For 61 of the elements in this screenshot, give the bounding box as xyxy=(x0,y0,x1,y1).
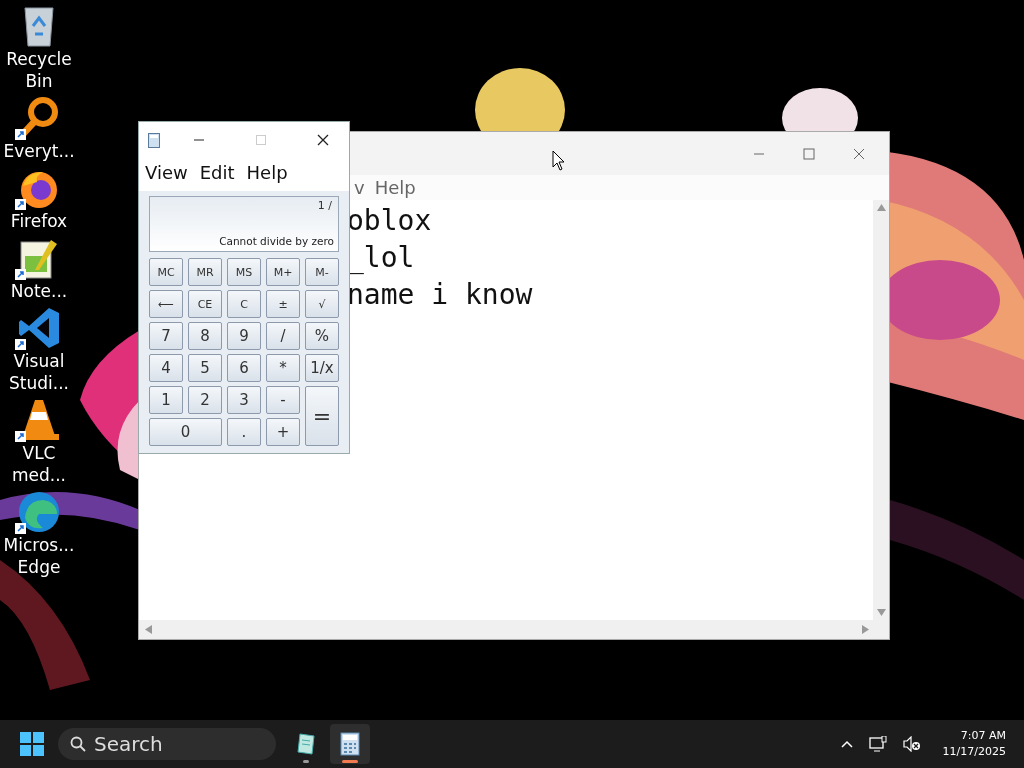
calculator-key[interactable]: 4 xyxy=(149,354,183,382)
menu-item[interactable]: Edit xyxy=(199,161,235,183)
calculator-key[interactable]: 3 xyxy=(227,386,261,414)
calculator-key[interactable]: 6 xyxy=(227,354,261,382)
result-text: Cannot divide by zero xyxy=(219,235,334,247)
code-editor-icon[interactable] xyxy=(17,306,61,350)
calculator-key[interactable]: MC xyxy=(149,258,183,286)
text-line: _lol xyxy=(347,240,415,276)
menu-item[interactable]: View xyxy=(145,161,188,183)
calculator-icon xyxy=(148,132,160,148)
notepad-icon[interactable] xyxy=(294,732,318,756)
calculator-key[interactable]: = xyxy=(305,386,339,446)
desktop-icon-label[interactable]: Visual Studi... xyxy=(0,350,78,394)
desktop-icon-label[interactable]: Note... xyxy=(0,280,78,302)
maximize-icon[interactable] xyxy=(803,147,815,160)
desktop-icon-label[interactable]: Micros... Edge xyxy=(0,534,78,578)
taskbar-app-button[interactable] xyxy=(330,724,370,764)
close-icon[interactable] xyxy=(317,134,329,146)
calculator-key[interactable]: MR xyxy=(188,258,222,286)
desktop-icon-label[interactable]: Everyt... xyxy=(0,140,78,162)
calculator-key[interactable]: 1/x xyxy=(305,354,339,382)
text-line: oblox xyxy=(347,203,432,239)
cursor-icon xyxy=(552,150,565,171)
calculator-key[interactable]: M+ xyxy=(266,258,300,286)
calculator-key[interactable]: - xyxy=(266,386,300,414)
monitor-icon[interactable] xyxy=(868,736,887,752)
calculator-key[interactable]: CE xyxy=(188,290,222,318)
calculator-icon[interactable] xyxy=(340,732,360,756)
calculator-key[interactable]: ± xyxy=(266,290,300,318)
calculator-key[interactable]: 2 xyxy=(188,386,222,414)
calculator-key[interactable]: 8 xyxy=(188,322,222,350)
wave-circle-icon[interactable] xyxy=(17,490,61,534)
text-line: name i know xyxy=(347,277,533,313)
desktop-icon-label[interactable]: VLC med... xyxy=(0,442,78,486)
expression-text: 1 / xyxy=(317,199,333,212)
clock-time[interactable]: 7:07 AM xyxy=(960,728,1006,744)
calculator-key[interactable]: M- xyxy=(305,258,339,286)
menu-item[interactable]: Help xyxy=(374,177,416,198)
calculator-key[interactable]: 1 xyxy=(149,386,183,414)
calculator-key[interactable]: . xyxy=(227,418,261,446)
calculator-key[interactable]: * xyxy=(266,354,300,382)
search-field[interactable]: Search xyxy=(58,728,276,760)
calculator-key[interactable]: ⟵ xyxy=(149,290,183,318)
clock-date[interactable]: 11/17/2025 xyxy=(942,744,1006,760)
calculator-key[interactable]: 5 xyxy=(188,354,222,382)
desktop-icon-label[interactable]: Recycle Bin xyxy=(0,48,78,92)
menu-item[interactable]: v xyxy=(354,177,365,198)
desktop-icon-label[interactable]: Firefox xyxy=(0,210,78,232)
calculator-key[interactable]: % xyxy=(305,322,339,350)
calculator-key[interactable]: 7 xyxy=(149,322,183,350)
calculator-key[interactable]: / xyxy=(266,322,300,350)
chevron-up-icon[interactable] xyxy=(840,740,853,748)
calculator-key[interactable]: C xyxy=(227,290,261,318)
calculator-key[interactable]: 0 xyxy=(149,418,222,446)
calculator-key[interactable]: MS xyxy=(227,258,261,286)
calculator-key[interactable]: √ xyxy=(305,290,339,318)
menu-item[interactable]: Help xyxy=(246,161,288,183)
windows-start-icon[interactable] xyxy=(20,732,44,756)
speaker-muted-icon[interactable] xyxy=(902,736,921,752)
calculator-key[interactable]: + xyxy=(266,418,300,446)
calculator-key[interactable]: 9 xyxy=(227,322,261,350)
